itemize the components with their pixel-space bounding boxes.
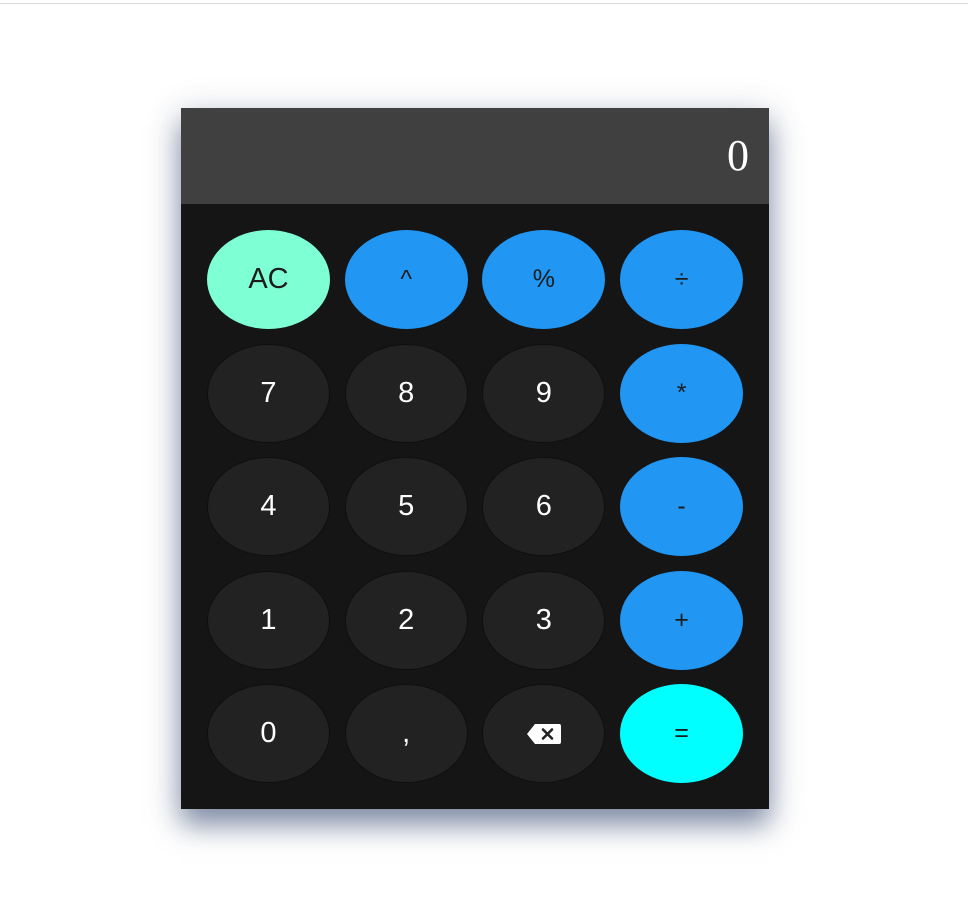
display-value: 0 <box>727 131 749 180</box>
divide-button[interactable]: ÷ <box>620 230 744 329</box>
power-button[interactable]: ^ <box>344 230 468 329</box>
digit-1-button[interactable]: 1 <box>207 570 330 670</box>
subtract-button[interactable]: - <box>620 457 744 556</box>
multiply-button[interactable]: * <box>620 343 744 443</box>
calculator-display: 0 <box>181 108 769 204</box>
backspace-button[interactable] <box>482 684 606 783</box>
keypad: AC ^ % ÷ 7 8 9 * 4 5 6 - 1 2 3 + 0 , = <box>207 230 744 783</box>
clear-button[interactable]: AC <box>207 230 330 329</box>
digit-4-button[interactable]: 4 <box>207 457 330 556</box>
digit-9-button[interactable]: 9 <box>482 343 606 443</box>
equals-button[interactable]: = <box>620 684 744 783</box>
digit-6-button[interactable]: 6 <box>482 457 606 556</box>
backspace-icon <box>526 723 562 745</box>
digit-3-button[interactable]: 3 <box>482 570 606 670</box>
percent-button[interactable]: % <box>482 230 606 329</box>
digit-5-button[interactable]: 5 <box>344 457 468 556</box>
calculator: 0 AC ^ % ÷ 7 8 9 * 4 5 6 - 1 2 3 + 0 , = <box>181 108 769 809</box>
add-button[interactable]: + <box>620 570 744 670</box>
digit-8-button[interactable]: 8 <box>344 343 468 443</box>
digit-0-button[interactable]: 0 <box>207 684 330 783</box>
browser-top-divider <box>0 0 968 4</box>
digit-2-button[interactable]: 2 <box>344 570 468 670</box>
decimal-button[interactable]: , <box>344 684 468 783</box>
digit-7-button[interactable]: 7 <box>207 343 330 443</box>
